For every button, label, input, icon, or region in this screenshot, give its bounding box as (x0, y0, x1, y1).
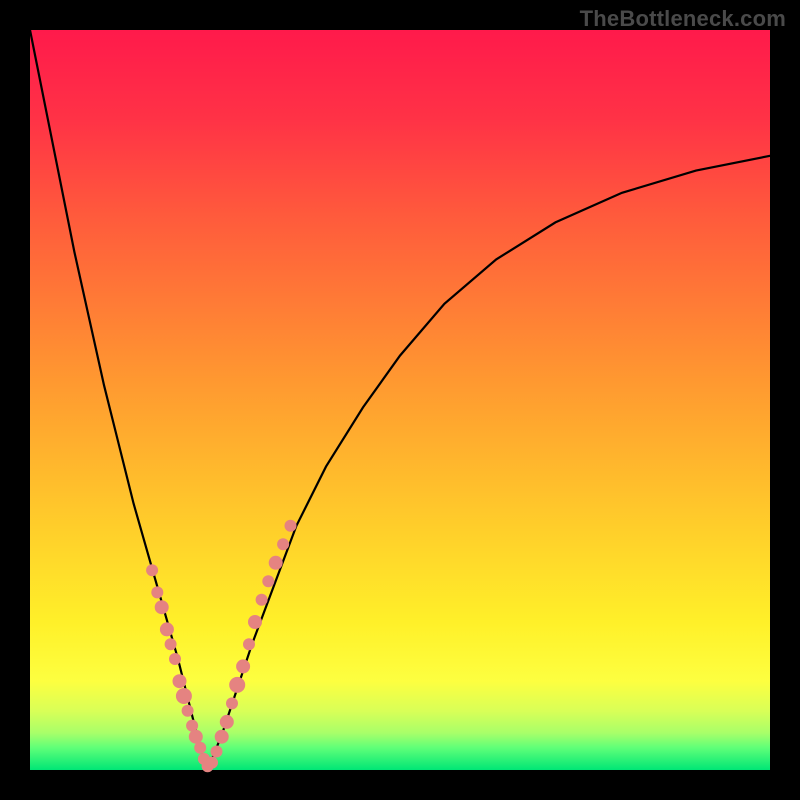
bead-right (248, 615, 262, 629)
bead-right (211, 746, 223, 758)
bead-left (155, 600, 169, 614)
bead-right (229, 677, 245, 693)
chart-stage: TheBottleneck.com (0, 0, 800, 800)
bead-right (206, 757, 218, 769)
chart-plot-area (30, 30, 770, 770)
bead-left (176, 688, 192, 704)
bead-right (226, 697, 238, 709)
watermark-text: TheBottleneck.com (580, 6, 786, 32)
bead-left (189, 730, 203, 744)
bead-left (151, 586, 163, 598)
bead-right (269, 556, 283, 570)
bead-left (194, 742, 206, 754)
bead-right (220, 715, 234, 729)
bead-right (277, 538, 289, 550)
bead-left (165, 638, 177, 650)
bead-left (182, 705, 194, 717)
chart-overlay-svg (30, 30, 770, 770)
bead-right (215, 730, 229, 744)
bead-left (160, 622, 174, 636)
bead-left (146, 564, 158, 576)
bead-right (256, 594, 268, 606)
bead-right (262, 575, 274, 587)
bead-right (285, 520, 297, 532)
bead-right (236, 659, 250, 673)
curve-right-branch (208, 156, 770, 770)
bead-left (173, 674, 187, 688)
bead-left (169, 653, 181, 665)
bead-right (243, 638, 255, 650)
